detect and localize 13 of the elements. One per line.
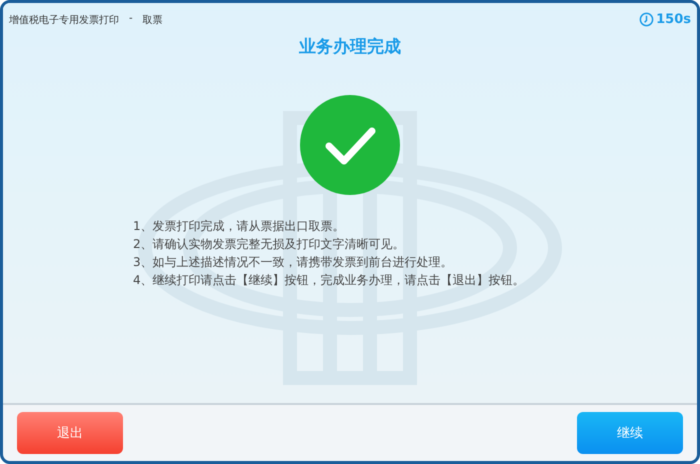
page-heading: 业务办理完成 — [299, 36, 401, 58]
clock-icon — [639, 12, 654, 27]
instruction-line: 4、继续打印请点击【继续】按钮，完成业务办理，请点击【退出】按钮。 — [133, 272, 525, 289]
continue-button[interactable]: 继续 — [577, 412, 683, 454]
success-check-icon — [300, 95, 400, 195]
page-subtitle: 取票 — [142, 14, 163, 26]
instruction-line: 2、请确认实物发票完整无损及打印文字清晰可见。 — [133, 236, 406, 253]
exit-button[interactable]: 退出 — [17, 412, 123, 454]
instruction-line: 1、发票打印完成，请从票据出口取票。 — [133, 218, 346, 235]
app-title: 增值税电子专用发票打印 — [9, 14, 119, 26]
title-separator: - — [129, 12, 133, 26]
countdown-text: 150s — [656, 12, 691, 27]
instruction-line: 3、如与上述描述情况不一致，请携带发票到前台进行处理。 — [133, 254, 454, 271]
